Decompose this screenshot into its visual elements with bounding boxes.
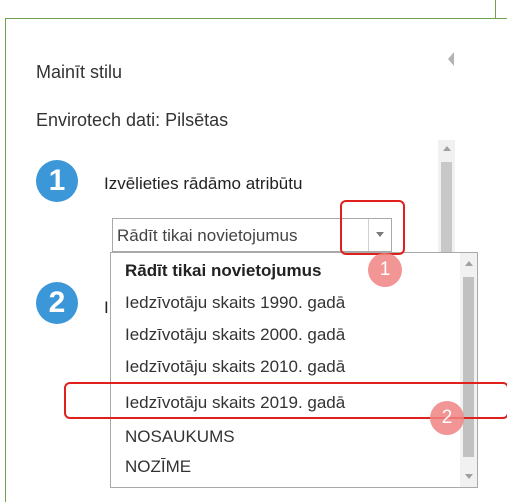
- scroll-down-icon[interactable]: [465, 474, 473, 479]
- panel-title: Mainīt stilu: [36, 62, 123, 82]
- dropdown-option[interactable]: NOZĪME: [125, 457, 191, 477]
- dropdown-option[interactable]: Iedzīvotāju skaits 2000. gadā: [125, 325, 345, 345]
- dropdown-option[interactable]: Iedzīvotāju skaits 2010. gadā: [125, 357, 345, 377]
- collapse-panel-icon[interactable]: [448, 52, 454, 66]
- dropdown-option[interactable]: Rādīt tikai novietojumus: [125, 261, 321, 281]
- annotation-marker-2: 2: [430, 401, 464, 435]
- attribute-dropdown-list: Rādīt tikai novietojumus Iedzīvotāju ska…: [110, 252, 478, 488]
- scrollbar-thumb[interactable]: [463, 277, 474, 457]
- dropdown-option[interactable]: NOSAUKUMS: [125, 427, 235, 447]
- step-1-badge: 1: [36, 160, 78, 202]
- dropdown-option[interactable]: Iedzīvotāju skaits 1990. gadā: [125, 293, 345, 313]
- dropdown-scrollbar[interactable]: [460, 253, 477, 487]
- layer-name: Envirotech dati: Pilsētas: [36, 110, 229, 130]
- attribute-select-value: Rādīt tikai novietojumus: [117, 226, 298, 245]
- step-2-label: I: [104, 298, 109, 317]
- step-1-label: Izvēlieties rādāmo atribūtu: [104, 174, 303, 193]
- scroll-up-icon[interactable]: [443, 146, 451, 151]
- step-2-badge: 2: [36, 282, 78, 324]
- panel-border-line: [495, 0, 496, 18]
- highlight-box-dropdown-arrow: [340, 200, 405, 255]
- annotation-marker-1: 1: [368, 253, 402, 287]
- scroll-up-icon[interactable]: [465, 261, 473, 266]
